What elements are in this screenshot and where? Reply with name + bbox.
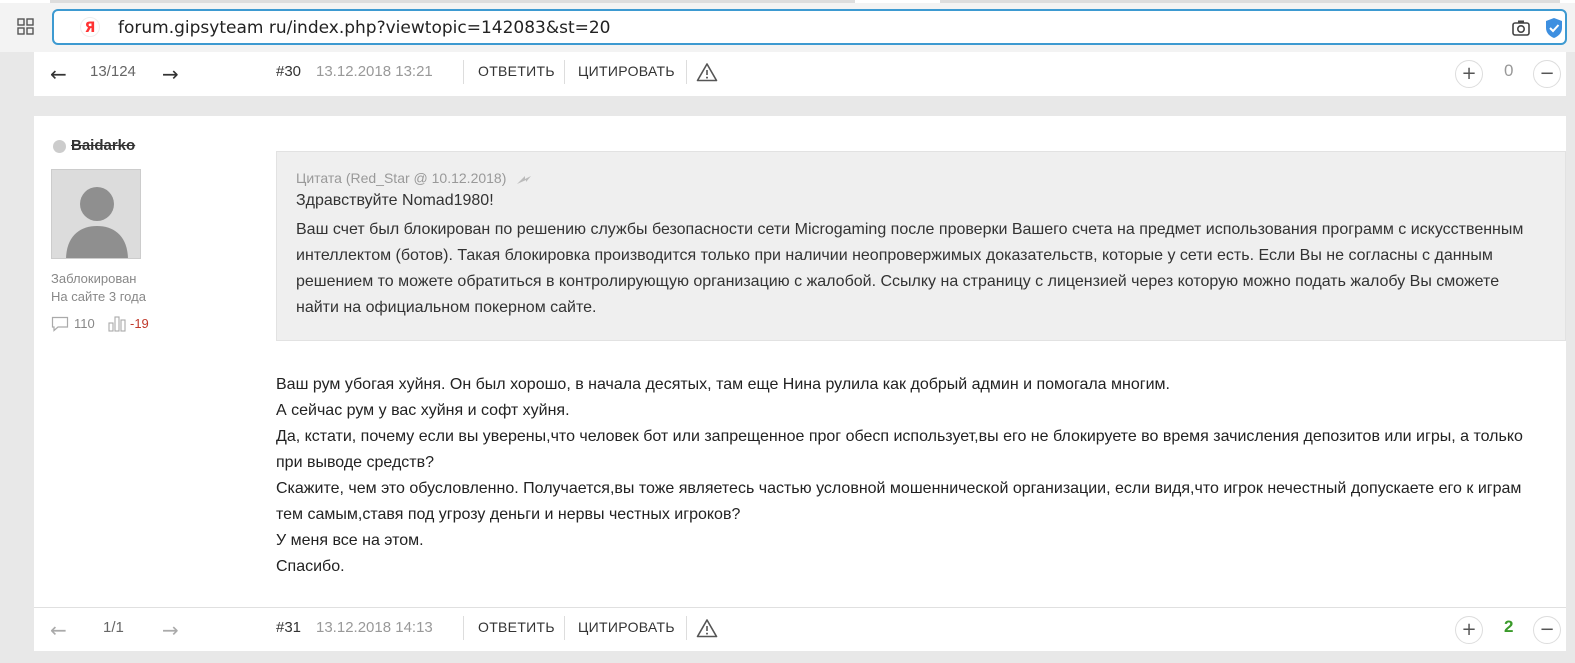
post-date: 13.12.2018 14:13	[316, 619, 433, 636]
reply-button[interactable]: ОТВЕТИТЬ	[478, 63, 555, 79]
shield-check-icon[interactable]	[1544, 17, 1564, 39]
vote-count: 2	[1504, 617, 1514, 636]
quote-text: Ваш счет был блокирован по решению служб…	[296, 221, 1524, 316]
divider	[564, 616, 565, 640]
divider	[686, 616, 687, 640]
divider	[463, 60, 464, 84]
post-number[interactable]: #30	[276, 63, 301, 80]
comment-icon	[51, 316, 69, 332]
message-line: А сейчас рум у вас хуйня и софт хуйня.	[276, 402, 570, 419]
user-since: На сайте 3 года	[51, 289, 146, 304]
reply-nav-count: 13/124	[90, 63, 136, 80]
reply-button[interactable]: ОТВЕТИТЬ	[478, 619, 555, 635]
quote-block: Цитата (Red_Star @ 10.12.2018) Здравству…	[276, 151, 1566, 341]
post-footer-bar: ← 1/1 → #31 13.12.2018 14:13 ОТВЕТИТЬ ЦИ…	[34, 607, 1566, 651]
message-line: У меня все на этом.	[276, 532, 424, 549]
posts-count[interactable]: 110	[74, 316, 95, 331]
minus-icon[interactable]: −	[1533, 616, 1561, 644]
tab[interactable]	[50, 0, 855, 3]
browser-bar: Я forum.gipsyteam ru/index.php?viewtopic…	[0, 0, 1575, 52]
offline-status-icon	[53, 140, 66, 153]
minus-icon[interactable]: −	[1533, 60, 1561, 88]
post-message: Ваш рум убогая хуйня. Он был хорошо, в н…	[276, 372, 1546, 580]
vote-count: 0	[1504, 61, 1514, 80]
divider	[564, 60, 565, 84]
divider	[463, 616, 464, 640]
quote-button[interactable]: ЦИТИРОВАТЬ	[578, 619, 675, 635]
yandex-icon: Я	[80, 17, 100, 37]
camera-icon[interactable]	[1511, 18, 1531, 38]
message-line: Скажите, чем это обусловленно. Получаетс…	[276, 480, 1522, 523]
tab[interactable]	[940, 0, 1560, 3]
plus-icon[interactable]: +	[1455, 60, 1483, 88]
avatar-silhouette	[52, 170, 140, 258]
message-line: Да, кстати, почему если вы уверены,что ч…	[276, 428, 1523, 471]
quote-button[interactable]: ЦИТИРОВАТЬ	[578, 63, 675, 79]
reply-nav-count: 1/1	[103, 619, 124, 636]
author-name[interactable]: Baidarko	[71, 137, 135, 154]
message-line: Спасибо.	[276, 558, 345, 575]
grid-icon[interactable]	[17, 18, 35, 36]
user-status: Заблокирован	[51, 271, 137, 286]
divider	[686, 60, 687, 84]
rating-value: -19	[130, 316, 149, 331]
quote-header: Цитата (Red_Star @ 10.12.2018)	[296, 170, 532, 186]
forum-post: Baidarko Заблокирован На сайте 3 года 11…	[34, 116, 1566, 607]
address-bar[interactable]: Я forum.gipsyteam ru/index.php?viewtopic…	[52, 9, 1567, 45]
arrow-right-icon[interactable]: →	[162, 62, 179, 86]
quote-greeting: Здравствуйте Nomad1980!	[296, 192, 494, 209]
warning-icon[interactable]	[696, 62, 718, 82]
warning-icon[interactable]	[696, 618, 718, 638]
post-date: 13.12.2018 13:21	[316, 63, 433, 80]
rating-icon	[108, 316, 126, 332]
arrow-left-icon[interactable]: ←	[50, 618, 67, 642]
quote-link-icon[interactable]	[516, 173, 532, 185]
post-footer-bar: ← 13/124 → #30 13.12.2018 13:21 ОТВЕТИТЬ…	[34, 52, 1566, 96]
arrow-left-icon[interactable]: ←	[50, 62, 67, 86]
message-line: Ваш рум убогая хуйня. Он был хорошо, в н…	[276, 376, 1170, 393]
post-number[interactable]: #31	[276, 619, 301, 636]
url-text[interactable]: forum.gipsyteam ru/index.php?viewtopic=1…	[118, 18, 611, 38]
plus-icon[interactable]: +	[1455, 616, 1483, 644]
quote-header-text: Цитата (Red_Star @ 10.12.2018)	[296, 170, 507, 186]
tab-strip	[0, 0, 1575, 3]
arrow-right-icon[interactable]: →	[162, 618, 179, 642]
avatar[interactable]	[51, 169, 141, 259]
